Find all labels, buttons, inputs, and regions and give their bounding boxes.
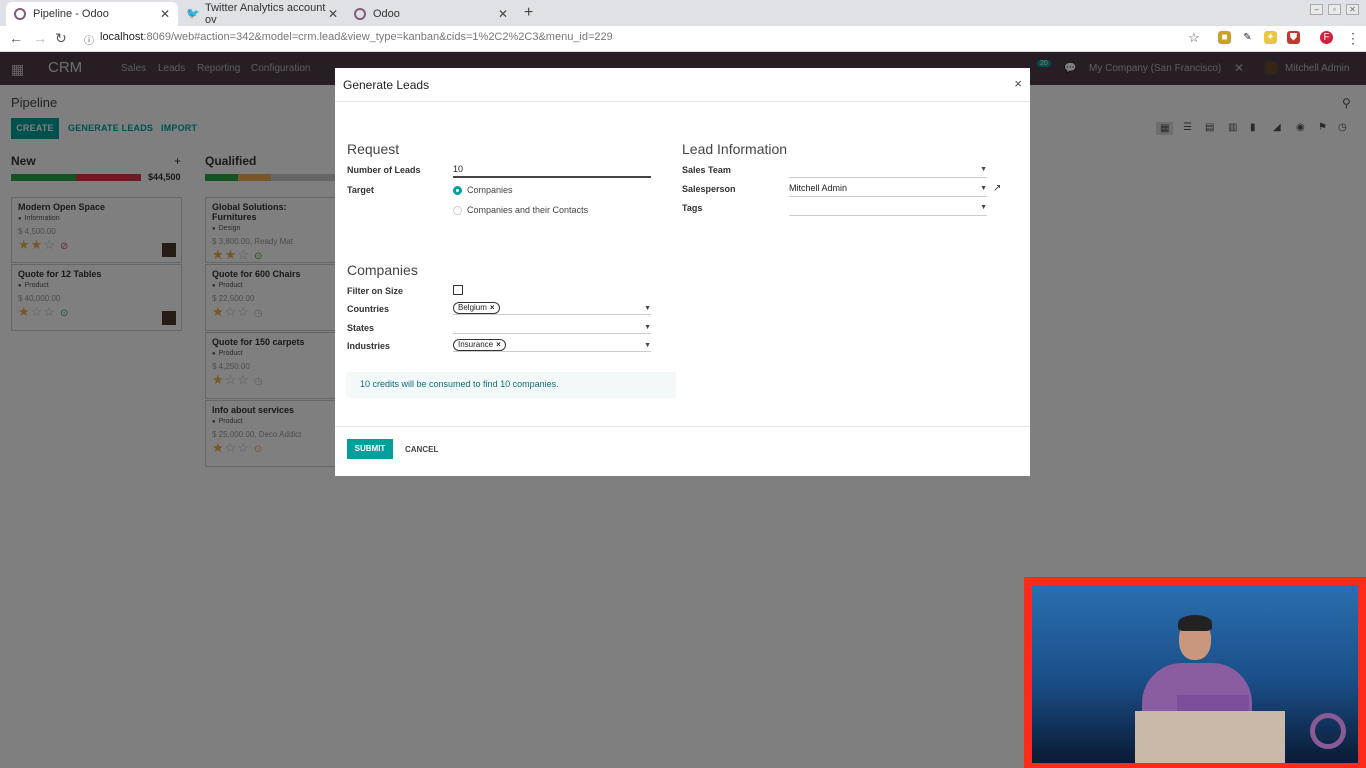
close-icon[interactable]: ✕ [160, 7, 170, 21]
maximize-icon[interactable]: ▫ [1328, 4, 1341, 15]
odoo-icon [14, 8, 26, 20]
browser-tab[interactable]: Pipeline - Odoo ✕ [6, 2, 178, 26]
section-lead-information: Lead Information [682, 141, 788, 157]
close-icon[interactable]: × [1014, 76, 1022, 91]
salesperson-value: Mitchell Admin [789, 183, 848, 193]
tags-select[interactable]: ▼ [789, 202, 987, 216]
browser-tab[interactable]: Odoo ✕ [346, 2, 516, 26]
filter-on-size-label: Filter on Size [347, 286, 404, 296]
odoo-logo-icon [1310, 713, 1346, 749]
radio-unselected-icon [453, 205, 462, 215]
chevron-down-icon[interactable]: ▼ [644, 342, 651, 349]
countries-label: Countries [347, 304, 390, 314]
chevron-down-icon[interactable]: ▼ [644, 305, 651, 312]
salesperson-select[interactable]: Mitchell Admin ▼ [789, 183, 987, 197]
close-icon[interactable]: ✕ [328, 7, 338, 21]
browser-tab-bar: Pipeline - Odoo ✕ 🐦 Twitter Analytics ac… [0, 0, 1366, 26]
generate-leads-dialog: Generate Leads × Request Number of Leads… [335, 68, 1030, 476]
twitter-icon: 🐦 [186, 8, 200, 20]
url-path: :8069/web#action=342&model=crm.lead&view… [143, 31, 613, 43]
tab-title: Pipeline - Odoo [33, 8, 109, 20]
minimize-icon[interactable]: – [1310, 4, 1323, 15]
tag-label: Insurance [458, 340, 494, 349]
dialog-footer: SUBMIT CANCEL [335, 426, 1030, 476]
shield-icon[interactable]: ⛊ [1287, 31, 1300, 44]
target-label: Target [347, 185, 374, 195]
chevron-down-icon[interactable]: ▼ [980, 166, 987, 173]
credits-info-alert: 10 credits will be consumed to find 10 c… [346, 372, 676, 398]
tag-label: Belgium [458, 303, 487, 312]
odoo-icon [354, 8, 366, 20]
window-close-icon[interactable]: ✕ [1346, 4, 1359, 15]
sales-team-label: Sales Team [682, 165, 731, 175]
submit-button[interactable]: SUBMIT [347, 439, 393, 459]
number-of-leads-input[interactable]: 10 [453, 164, 651, 178]
info-icon[interactable]: ⓘ [84, 32, 94, 47]
radio-label: Companies and their Contacts [467, 205, 589, 215]
webcam-video [1032, 585, 1358, 763]
podium [1135, 711, 1285, 763]
address-bar: ← → ↻ ⓘ localhost:8069/web#action=342&mo… [0, 26, 1366, 52]
tags-label: Tags [682, 203, 703, 213]
radio-label: Companies [467, 185, 513, 195]
presenter-hair [1178, 615, 1212, 631]
dialog-title: Generate Leads [335, 68, 1030, 102]
tab-title: Twitter Analytics account ov [205, 2, 326, 26]
chevron-down-icon[interactable]: ▼ [980, 185, 987, 192]
salesperson-label: Salesperson [682, 184, 736, 194]
new-tab-icon[interactable]: + [524, 4, 533, 22]
industries-input[interactable]: Insurance × ▼ [453, 338, 651, 352]
profile-avatar[interactable]: F [1320, 31, 1333, 44]
tag-pill: Insurance × [453, 339, 506, 351]
states-label: States [347, 323, 375, 333]
browser-tab[interactable]: 🐦 Twitter Analytics account ov ✕ [178, 2, 346, 26]
chevron-down-icon[interactable]: ▼ [980, 204, 987, 211]
section-companies: Companies [347, 262, 418, 278]
url-host: localhost [100, 31, 144, 43]
reload-icon[interactable]: ↻ [55, 30, 67, 47]
target-radio-companies-contacts[interactable]: Companies and their Contacts [453, 205, 588, 215]
webcam-overlay [1024, 577, 1366, 768]
remove-tag-icon[interactable]: × [490, 303, 495, 312]
url-field[interactable]: localhost:8069/web#action=342&model=crm.… [100, 31, 613, 43]
filter-on-size-checkbox[interactable] [453, 285, 463, 295]
section-request: Request [347, 141, 400, 157]
cancel-button[interactable]: CANCEL [405, 445, 438, 454]
external-link-icon[interactable]: ↗ [993, 183, 1001, 194]
countries-input[interactable]: Belgium × ▼ [453, 301, 651, 315]
chevron-down-icon[interactable]: ▼ [644, 324, 651, 331]
extension-icon[interactable]: ✎ [1241, 31, 1254, 44]
target-radio-companies[interactable]: Companies [453, 185, 513, 195]
extension-icon[interactable]: ✦ [1264, 31, 1277, 44]
bookmark-star-icon[interactable]: ☆ [1188, 30, 1200, 46]
sales-team-select[interactable]: ▼ [789, 164, 987, 178]
tab-title: Odoo [373, 8, 400, 20]
radio-selected-icon [453, 185, 462, 195]
number-of-leads-label: Number of Leads [347, 165, 421, 175]
menu-dots-icon[interactable]: ⋮ [1346, 30, 1360, 47]
industries-label: Industries [347, 341, 391, 351]
forward-icon[interactable]: → [33, 30, 47, 46]
extension-icon[interactable]: ■ [1218, 31, 1231, 44]
remove-tag-icon[interactable]: × [496, 340, 501, 349]
back-icon[interactable]: ← [9, 30, 23, 46]
states-input[interactable]: ▼ [453, 320, 651, 334]
tag-pill: Belgium × [453, 302, 500, 314]
close-icon[interactable]: ✕ [498, 7, 508, 21]
